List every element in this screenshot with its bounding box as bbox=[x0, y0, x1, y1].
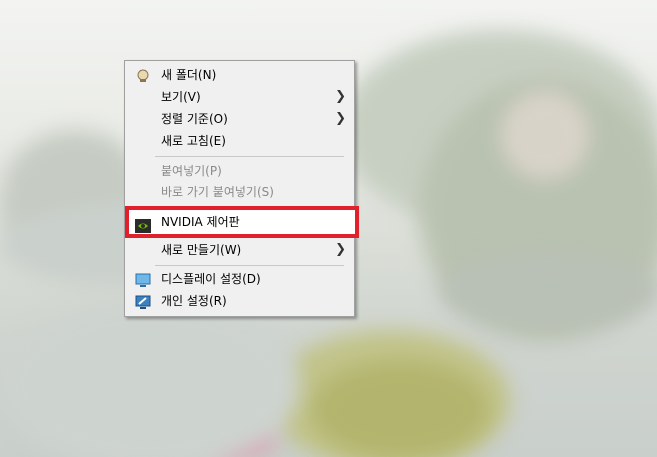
chevron-right-icon: ❯ bbox=[335, 89, 346, 104]
menu-item-label: 디스플레이 설정(D) bbox=[161, 272, 261, 286]
menu-item-label: 보기(V) bbox=[161, 90, 201, 104]
display-settings-icon bbox=[135, 272, 151, 287]
menu-item-label: 새로 고침(E) bbox=[161, 134, 226, 148]
menu-item-personalize[interactable]: 개인 설정(R) bbox=[127, 290, 352, 312]
chevron-right-icon: ❯ bbox=[335, 111, 346, 126]
menu-item-label: 새 폴더(N) bbox=[161, 68, 217, 82]
new-folder-icon bbox=[135, 68, 151, 82]
menu-item-new[interactable]: 새로 만들기(W) ❯ bbox=[127, 239, 352, 261]
personalize-icon bbox=[135, 294, 151, 309]
menu-separator bbox=[155, 265, 344, 266]
menu-item-label: 붙여넣기(P) bbox=[161, 164, 222, 178]
desktop-context-menu: 새 폴더(N) 보기(V) ❯ 정렬 기준(O) ❯ 새로 고침(E) 붙여넣기… bbox=[124, 60, 359, 317]
nvidia-icon bbox=[135, 215, 151, 233]
menu-separator bbox=[155, 206, 344, 207]
menu-item-display-settings[interactable]: 디스플레이 설정(D) bbox=[127, 268, 352, 290]
menu-item-label: NVIDIA 제어판 bbox=[161, 215, 240, 229]
menu-item-refresh[interactable]: 새로 고침(E) bbox=[127, 130, 352, 152]
chevron-right-icon: ❯ bbox=[335, 242, 346, 257]
menu-item-label: 바로 가기 붙여넣기(S) bbox=[161, 185, 274, 199]
menu-item-label: 정렬 기준(O) bbox=[161, 112, 228, 126]
menu-item-new-folder[interactable]: 새 폴더(N) bbox=[127, 64, 352, 86]
menu-separator bbox=[155, 156, 344, 157]
menu-item-sort-by[interactable]: 정렬 기준(O) ❯ bbox=[127, 108, 352, 130]
menu-item-view[interactable]: 보기(V) ❯ bbox=[127, 86, 352, 108]
menu-item-label: 개인 설정(R) bbox=[161, 294, 227, 308]
menu-item-paste-shortcut[interactable]: 바로 가기 붙여넣기(S) bbox=[127, 181, 352, 203]
menu-item-label: 새로 만들기(W) bbox=[161, 243, 242, 257]
menu-item-nvidia-control-panel[interactable]: NVIDIA 제어판 bbox=[125, 206, 359, 238]
menu-item-paste[interactable]: 붙여넣기(P) bbox=[127, 160, 352, 182]
